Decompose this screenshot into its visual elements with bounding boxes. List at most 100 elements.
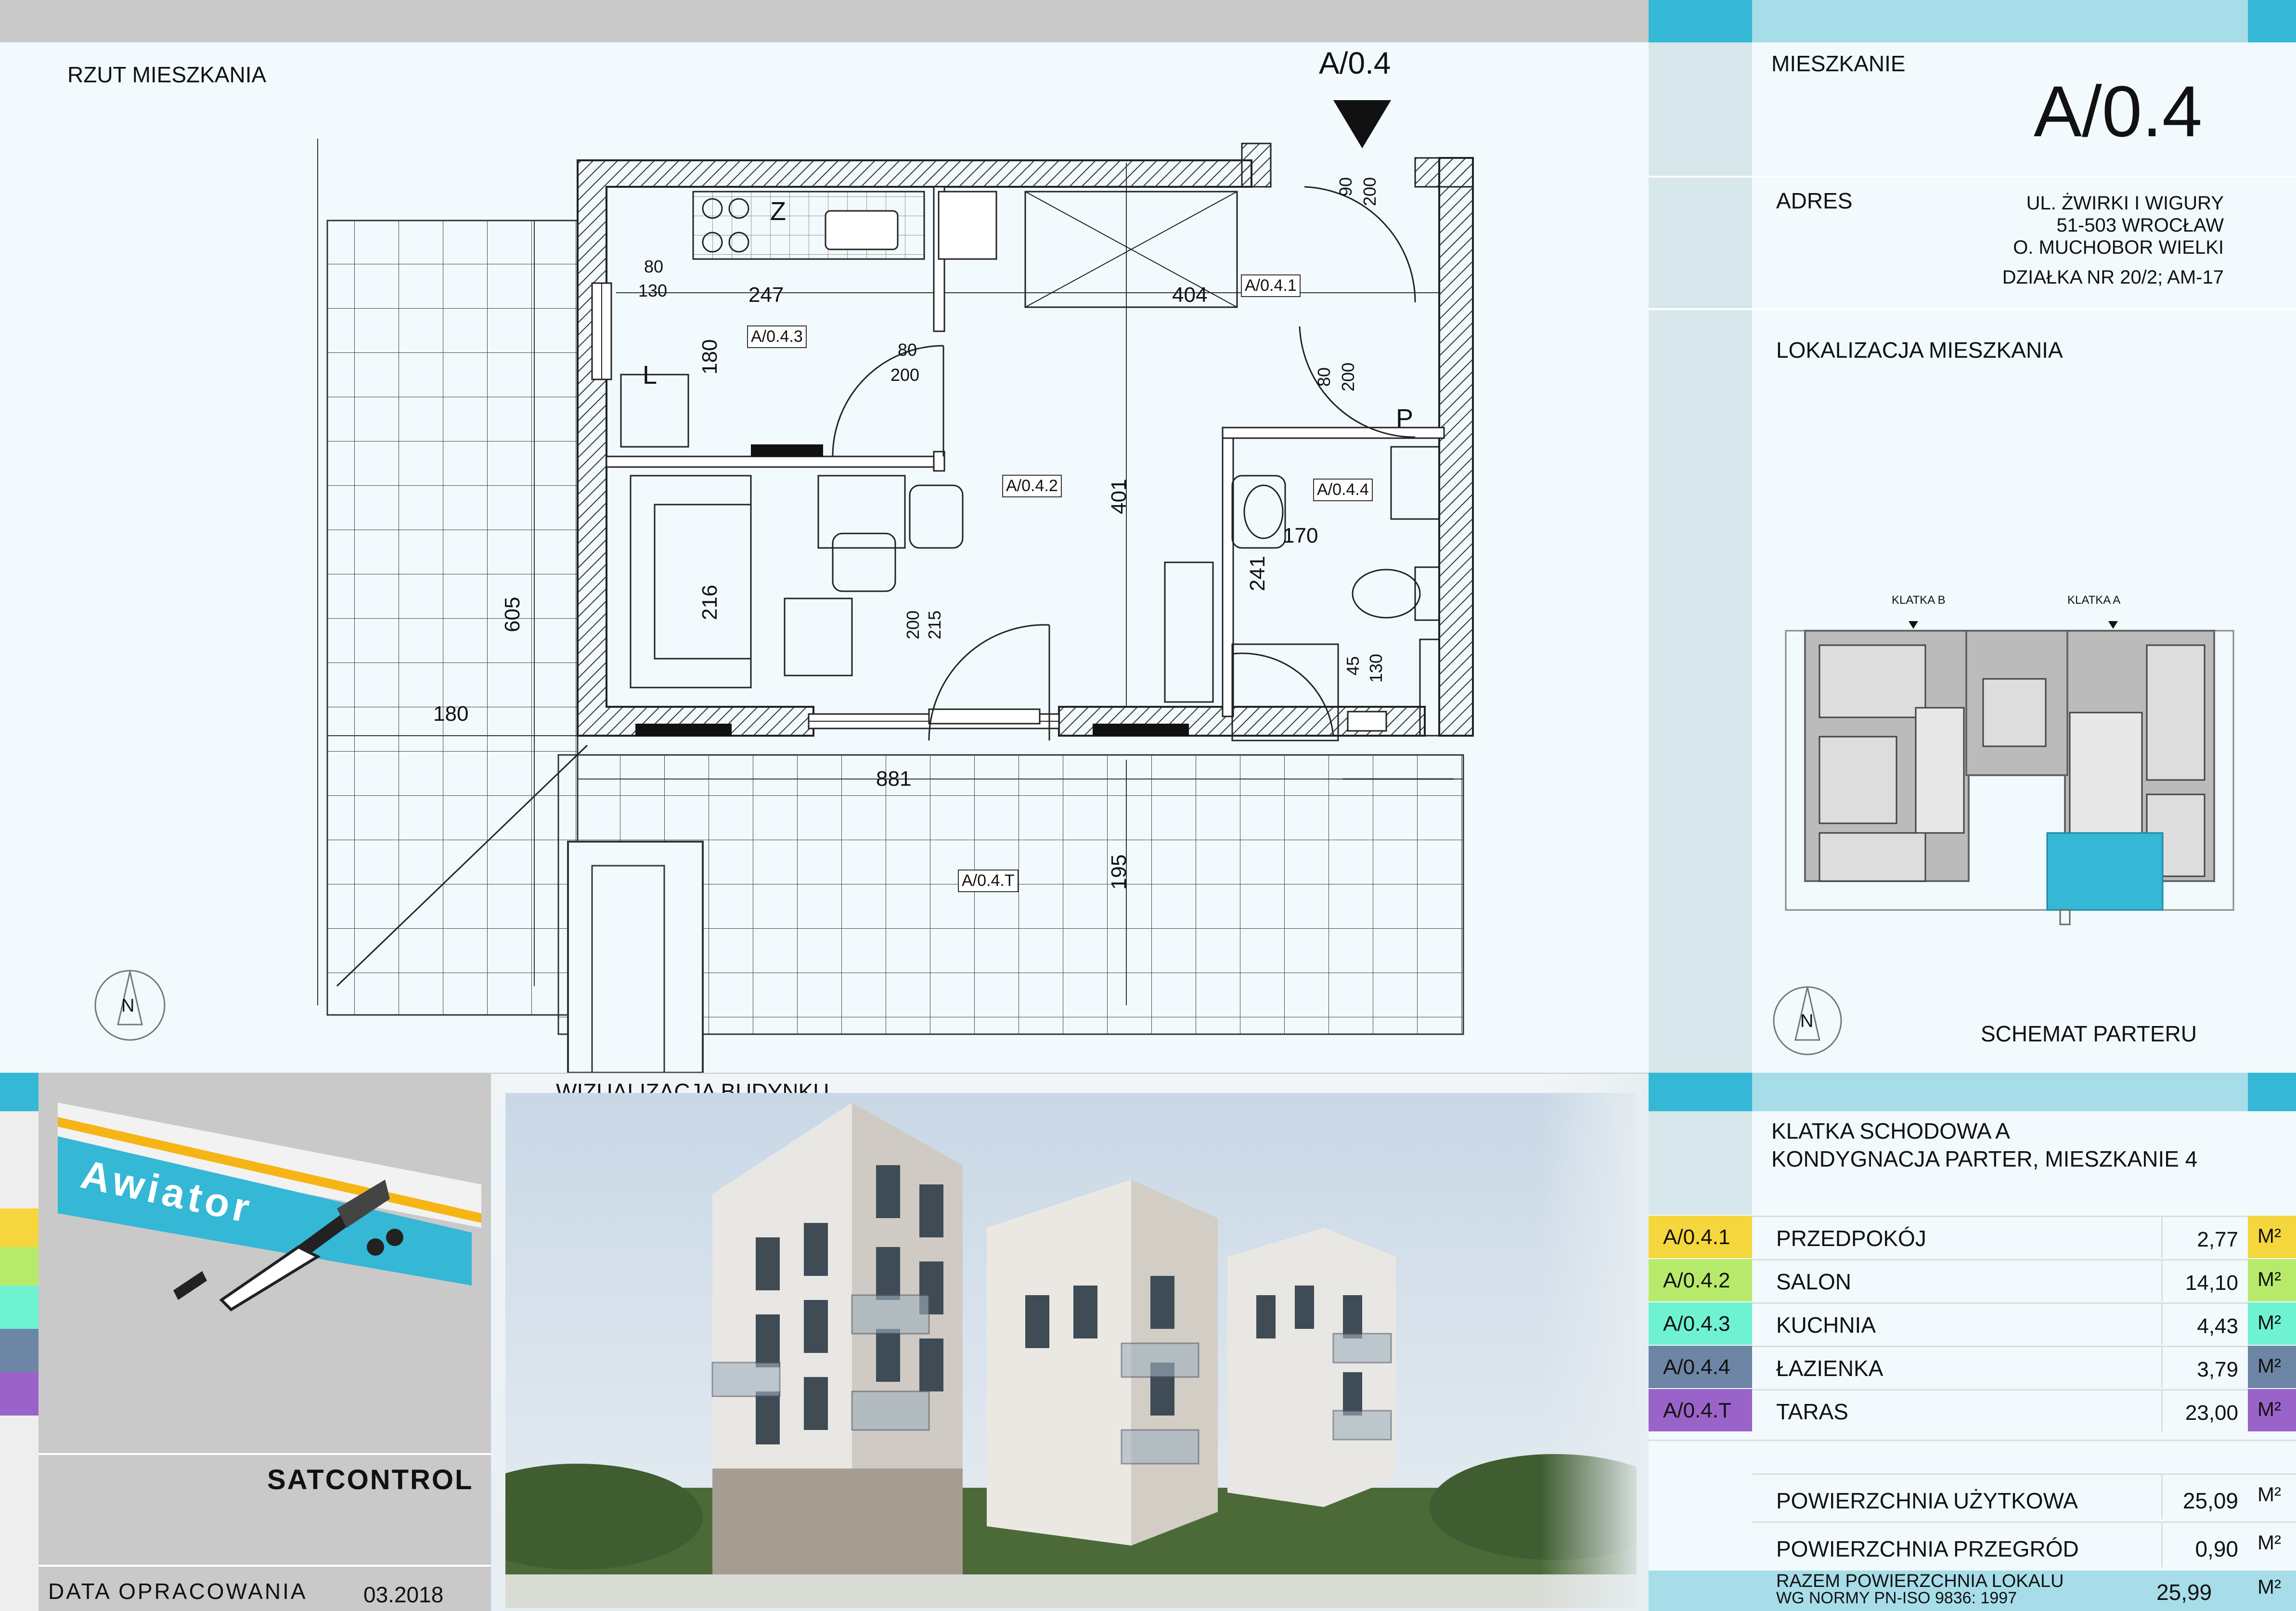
dim-170: 170	[1283, 524, 1318, 547]
klatka-b-label: KLATKA B	[1892, 594, 1946, 607]
top-stripe	[0, 0, 1649, 42]
side-color-2	[0, 1247, 39, 1286]
totals-name: POWIERZCHNIA PRZEGRÓD	[1776, 1536, 2079, 1561]
dim-605: 605	[501, 597, 524, 632]
column-separator	[2161, 1521, 2163, 1567]
room-code: A/0.4.1	[1663, 1225, 1730, 1249]
sofa	[630, 475, 752, 689]
visual-fade-right	[1540, 1074, 1649, 1611]
room-name: KUCHNIA	[1776, 1312, 1876, 1338]
total-area: 25,99	[2156, 1580, 2212, 1605]
dim-247: 247	[748, 283, 784, 307]
toilet	[1352, 569, 1421, 619]
unit-label: M²	[2257, 1311, 2281, 1334]
room-code-cell: A/0.4.T	[1649, 1389, 1752, 1431]
location-title: LOKALIZACJA MIESZKANIA	[1776, 338, 2063, 363]
floor-plan-panel: RZUT MIESZKANIA A/0.4 80 130 247 404 180…	[0, 42, 1649, 1073]
room-label-a042: A/0.4.2	[1002, 475, 1062, 497]
dim-215: 215	[925, 610, 944, 639]
left-color-strip	[1649, 42, 1752, 1073]
dim-80a: 80	[644, 257, 664, 276]
totals-gap	[1649, 1440, 2296, 1470]
walkway	[567, 841, 704, 1073]
room-code: A/0.4.3	[1663, 1312, 1730, 1336]
company-name: SATCONTROL	[267, 1464, 474, 1495]
total-name-2: WG NORMY PN-ISO 9836: 1997	[1776, 1589, 2017, 1607]
entrance-arrow	[1333, 100, 1391, 148]
room-code-cell: A/0.4.2	[1649, 1259, 1752, 1301]
room-area: 23,00	[2185, 1401, 2238, 1425]
klatka-a-label: KLATKA A	[2067, 594, 2121, 607]
north-label: N	[121, 996, 135, 1016]
totals-unit: M²	[2257, 1483, 2281, 1506]
bottom-stripe-cyan	[1649, 1571, 1752, 1611]
highlighted-apartment	[2046, 832, 2164, 911]
total-unit: M²	[2257, 1575, 2281, 1598]
unit-label: M²	[2257, 1354, 2281, 1377]
ground-floor-schematic	[1785, 621, 2234, 925]
top-right-stripe-cyan2	[2248, 0, 2296, 42]
dim-80c: 80	[1314, 367, 1334, 387]
divider-2	[1649, 308, 2296, 310]
column-separator	[2161, 1216, 2163, 1258]
unit-cell: M²	[2248, 1346, 2296, 1388]
address-line-3: O. MUCHOBOR WIELKI	[2013, 237, 2224, 258]
stove-mark: Z	[770, 197, 786, 226]
dim-90: 90	[1336, 177, 1355, 196]
unit-label: M²	[2257, 1398, 2281, 1420]
fridge-mark: L	[643, 361, 658, 390]
dim-130a: 130	[638, 281, 668, 300]
unit-cell: M²	[2248, 1389, 2296, 1431]
address-line-4: DZIAŁKA NR 20/2; AM-17	[2002, 267, 2224, 288]
dim-881: 881	[876, 767, 912, 791]
terrace-left	[326, 220, 579, 1016]
side-color-1	[0, 1208, 39, 1247]
dim-200a: 200	[1360, 177, 1380, 206]
summary-left-strip	[1649, 1111, 1752, 1215]
room-label-a044: A/0.4.4	[1313, 479, 1373, 501]
totals-area: 0,90	[2195, 1536, 2238, 1561]
apartment-id: A/0.4	[2034, 71, 2203, 152]
right-edge	[2248, 42, 2296, 1073]
room-label-a04t: A/0.4.T	[958, 870, 1019, 892]
room-name: PRZEDPOKÓJ	[1776, 1226, 1926, 1251]
dim-130b: 130	[1366, 653, 1386, 683]
room-code: A/0.4.4	[1663, 1355, 1730, 1379]
mid-stripe-right-cyan	[1649, 1073, 1752, 1111]
boiler-mark: P	[1396, 404, 1414, 433]
unit-cell: M²	[2248, 1302, 2296, 1345]
address-line-2: 51-503 WROCŁAW	[2056, 215, 2224, 236]
top-right-stripe-cyan	[1649, 0, 1752, 42]
room-label-a043: A/0.4.3	[747, 325, 807, 348]
footer-divider	[39, 1565, 491, 1567]
side-color-3	[0, 1286, 39, 1329]
top-right-stripe-light	[1752, 0, 2248, 42]
column-separator	[2161, 1346, 2163, 1388]
dim-180a: 180	[698, 339, 722, 375]
unit-label: M²	[2257, 1268, 2281, 1290]
dim-80b: 80	[898, 340, 917, 360]
date-label: DATA OPRACOWANIA	[48, 1579, 308, 1604]
unit-cell: M²	[2248, 1259, 2296, 1301]
room-label-a041: A/0.4.1	[1241, 274, 1301, 297]
unit-cell: M²	[2248, 1216, 2296, 1258]
column-separator	[2161, 1389, 2163, 1431]
divider-1	[1649, 176, 2296, 178]
room-name: SALON	[1776, 1269, 1851, 1294]
mid-stripe-left	[0, 1073, 39, 1111]
room-name: ŁAZIENKA	[1776, 1356, 1883, 1381]
dim-45: 45	[1343, 656, 1363, 676]
room-code: A/0.4.2	[1663, 1269, 1730, 1292]
column-separator	[2161, 1473, 2163, 1519]
room-code: A/0.4.T	[1663, 1399, 1731, 1422]
side-color-5	[0, 1372, 39, 1416]
room-code-cell: A/0.4.1	[1649, 1216, 1752, 1258]
summary-line-2: KONDYGNACJA PARTER, MIESZKANIE 4	[1771, 1146, 2198, 1171]
unit-label: M²	[2257, 1224, 2281, 1247]
room-area: 2,77	[2197, 1228, 2238, 1251]
dim-200d: 200	[903, 610, 923, 639]
totals-name: POWIERZCHNIA UŻYTKOWA	[1776, 1488, 2078, 1513]
side-color-4	[0, 1329, 39, 1372]
schema-label: SCHEMAT PARTERU	[1981, 1021, 2197, 1046]
dim-241: 241	[1246, 556, 1269, 591]
